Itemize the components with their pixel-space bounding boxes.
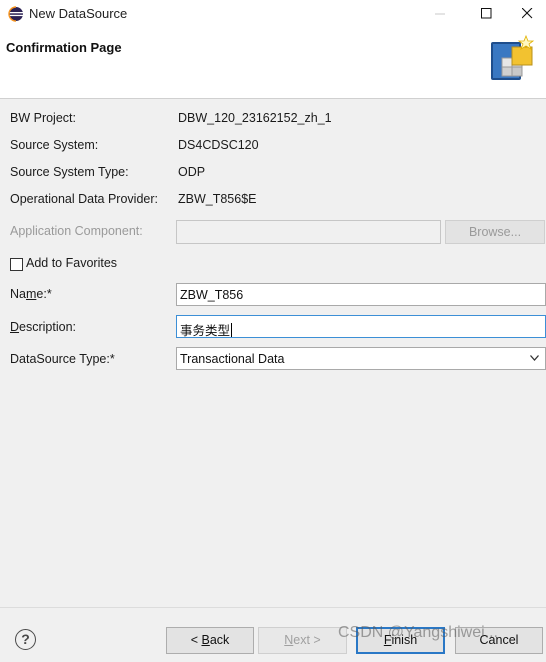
add-favorites-label[interactable]: Add to Favorites xyxy=(26,256,117,270)
browse-button: Browse... xyxy=(445,220,545,244)
back-post: ack xyxy=(209,633,230,647)
name-label: Name:* xyxy=(10,287,52,301)
window-title: New DataSource xyxy=(29,6,128,21)
title-bar: New DataSource xyxy=(0,0,546,28)
description-label: Description: xyxy=(10,320,76,334)
wizard-banner: Confirmation Page xyxy=(0,28,546,99)
source-system-value: DS4CDSC120 xyxy=(178,138,259,152)
eclipse-icon xyxy=(8,6,23,22)
finish-button[interactable]: Finish xyxy=(356,627,445,654)
name-input[interactable]: ZBW_T856 xyxy=(176,283,546,306)
wizard-datasource-icon xyxy=(491,34,535,80)
maximize-icon xyxy=(481,8,492,19)
next-post: ext > xyxy=(293,633,321,647)
source-system-label: Source System: xyxy=(10,138,99,152)
add-favorites-checkbox[interactable] xyxy=(10,258,23,271)
description-label-mnemonic: D xyxy=(10,320,20,334)
datasource-type-value: Transactional Data xyxy=(180,352,285,366)
app-component-input xyxy=(176,220,441,244)
name-label-pre: Na xyxy=(10,287,26,301)
odp-label: Operational Data Provider: xyxy=(10,192,158,206)
app-component-label: Application Component: xyxy=(10,224,143,238)
description-text: 事务类型 xyxy=(180,324,231,338)
cancel-button[interactable]: Cancel xyxy=(455,627,543,654)
help-icon[interactable]: ? xyxy=(15,629,36,650)
back-button[interactable]: < Back xyxy=(166,627,254,654)
datasource-type-label: DataSource Type:* xyxy=(10,352,115,366)
source-system-type-label: Source System Type: xyxy=(10,165,129,179)
close-icon xyxy=(522,8,533,19)
page-title: Confirmation Page xyxy=(6,40,122,55)
back-mnemonic: B xyxy=(201,633,210,647)
minimize-icon xyxy=(435,13,445,15)
text-caret xyxy=(231,323,233,337)
source-system-type-value: ODP xyxy=(178,165,206,179)
name-label-post: e:* xyxy=(36,287,52,301)
minimize-button[interactable] xyxy=(418,0,464,28)
description-input[interactable]: 事务类型 xyxy=(176,315,546,338)
finish-post: inish xyxy=(391,633,418,647)
close-button[interactable] xyxy=(510,0,546,28)
odp-value: ZBW_T856$E xyxy=(178,192,257,206)
datasource-type-select[interactable]: Transactional Data xyxy=(176,347,546,370)
next-button: Next > xyxy=(258,627,347,654)
maximize-button[interactable] xyxy=(464,0,510,28)
wizard-content: BW Project: DBW_120_23162152_zh_1 Source… xyxy=(0,99,546,607)
name-input-value: ZBW_T856 xyxy=(180,288,244,302)
name-label-mnemonic: m xyxy=(25,287,37,301)
button-bar: ? < Back Next > Finish Cancel xyxy=(0,607,546,662)
bw-project-value: DBW_120_23162152_zh_1 xyxy=(178,111,332,125)
next-mnemonic: N xyxy=(284,633,294,647)
chevron-down-icon xyxy=(530,355,539,361)
description-input-value: 事务类型 xyxy=(180,320,233,339)
bw-project-label: BW Project: xyxy=(10,111,76,125)
back-pre: < xyxy=(190,633,202,647)
description-label-post: escription: xyxy=(19,320,77,334)
